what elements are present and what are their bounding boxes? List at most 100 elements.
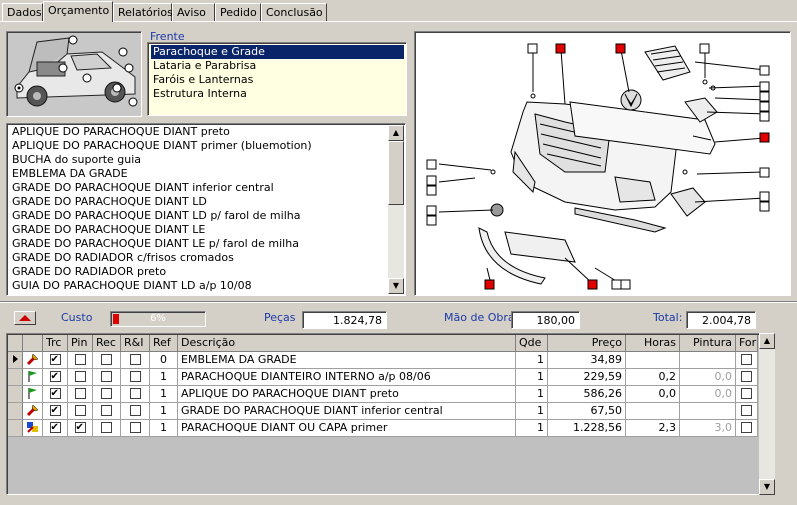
row-indicator[interactable] bbox=[8, 403, 23, 420]
horas-cell[interactable] bbox=[626, 352, 680, 369]
car-zone-picture[interactable] bbox=[6, 31, 142, 117]
ri-checkbox-cell[interactable] bbox=[121, 369, 150, 386]
checkbox[interactable] bbox=[129, 404, 141, 416]
ref-cell[interactable]: 1 bbox=[150, 403, 178, 420]
list-item[interactable]: APLIQUE DO PARACHOQUE DIANT primer (blue… bbox=[12, 139, 312, 153]
list-item[interactable]: GRADE DO PARACHOQUE DIANT LE bbox=[12, 223, 205, 237]
checkbox[interactable] bbox=[101, 370, 112, 382]
scroll-up-icon[interactable]: ▲ bbox=[388, 125, 404, 141]
checkbox[interactable] bbox=[49, 403, 61, 419]
list-item[interactable]: Lataria e Parabrisa bbox=[151, 59, 258, 73]
horas-cell[interactable]: 0,0 bbox=[626, 386, 680, 403]
rec-checkbox-cell[interactable] bbox=[93, 420, 121, 437]
pin-checkbox-cell[interactable] bbox=[68, 403, 93, 420]
checkbox[interactable] bbox=[101, 353, 112, 365]
for-checkbox-cell[interactable] bbox=[736, 403, 758, 420]
checkbox[interactable] bbox=[74, 387, 86, 399]
rec-checkbox-cell[interactable] bbox=[93, 403, 121, 420]
row-indicator[interactable] bbox=[8, 369, 23, 386]
pin-checkbox-cell[interactable] bbox=[68, 352, 93, 369]
descricao-cell[interactable]: PARACHOQUE DIANT OU CAPA primer bbox=[178, 420, 516, 437]
list-item[interactable]: Faróis e Lanternas bbox=[151, 73, 255, 87]
ref-cell[interactable]: 0 bbox=[150, 352, 178, 369]
row-indicator[interactable] bbox=[8, 386, 23, 403]
qde-cell[interactable]: 1 bbox=[516, 386, 548, 403]
descricao-cell[interactable]: APLIQUE DO PARACHOQUE DIANT preto bbox=[178, 386, 516, 403]
pintura-cell[interactable]: 3,0 bbox=[680, 420, 736, 437]
list-item[interactable]: Parachoque e Grade bbox=[150, 44, 405, 60]
grid-header-rec[interactable]: Rec bbox=[93, 335, 121, 352]
horas-cell[interactable]: 2,3 bbox=[626, 420, 680, 437]
scroll-thumb[interactable] bbox=[388, 141, 404, 205]
list-item[interactable]: Estrutura Interna bbox=[151, 87, 249, 101]
preco-cell[interactable]: 229,59 bbox=[548, 369, 626, 386]
grid-scrollbar[interactable]: ▲ ▼ bbox=[759, 333, 775, 495]
descricao-cell[interactable]: GRADE DO PARACHOQUE DIANT inferior centr… bbox=[178, 403, 516, 420]
for-checkbox-cell[interactable] bbox=[736, 420, 758, 437]
checkbox[interactable] bbox=[101, 387, 112, 399]
checkbox[interactable] bbox=[129, 387, 141, 399]
row-indicator[interactable] bbox=[8, 352, 23, 369]
list-item[interactable]: APLIQUE DO PARACHOQUE DIANT preto bbox=[12, 125, 230, 139]
parts-list[interactable]: APLIQUE DO PARACHOQUE DIANT preto APLIQU… bbox=[6, 123, 406, 296]
pintura-cell[interactable] bbox=[680, 352, 736, 369]
ref-cell[interactable]: 1 bbox=[150, 386, 178, 403]
checkbox[interactable] bbox=[49, 420, 61, 436]
checkbox[interactable] bbox=[74, 353, 86, 365]
checkbox[interactable] bbox=[741, 421, 752, 433]
parts-diagram[interactable] bbox=[414, 31, 791, 296]
descricao-cell[interactable]: EMBLEMA DA GRADE bbox=[178, 352, 516, 369]
category-list[interactable]: Parachoque e Grade Lataria e Parabrisa F… bbox=[147, 42, 407, 116]
checkbox[interactable] bbox=[741, 370, 752, 382]
trc-checkbox-cell[interactable] bbox=[43, 420, 68, 437]
pintura-cell[interactable]: 0,0 bbox=[680, 386, 736, 403]
list-item[interactable]: GRADE DO PARACHOQUE DIANT LD bbox=[12, 195, 207, 209]
scroll-up-icon[interactable]: ▲ bbox=[759, 333, 775, 349]
list-item[interactable]: GRADE DO RADIADOR c/frisos cromados bbox=[12, 251, 234, 265]
checkbox[interactable] bbox=[101, 421, 112, 433]
checkbox[interactable] bbox=[74, 420, 86, 436]
grid-header-preco[interactable]: Preço bbox=[548, 335, 626, 352]
list-item[interactable]: EMBLEMA DA GRADE bbox=[12, 167, 128, 181]
pintura-cell[interactable]: 0,0 bbox=[680, 369, 736, 386]
tab-relatorios[interactable]: Relatórios bbox=[113, 3, 173, 21]
for-checkbox-cell[interactable] bbox=[736, 369, 758, 386]
scroll-down-icon[interactable]: ▼ bbox=[388, 278, 404, 294]
collapse-button[interactable] bbox=[14, 311, 36, 325]
grid-header-ri[interactable]: R&I bbox=[121, 335, 150, 352]
grid-header-pintura[interactable]: Pintura bbox=[680, 335, 736, 352]
for-checkbox-cell[interactable] bbox=[736, 352, 758, 369]
trc-checkbox-cell[interactable] bbox=[43, 369, 68, 386]
grid-header-qde[interactable]: Qde bbox=[516, 335, 548, 352]
rec-checkbox-cell[interactable] bbox=[93, 352, 121, 369]
for-checkbox-cell[interactable] bbox=[736, 386, 758, 403]
tab-orcamento[interactable]: Orçamento bbox=[43, 1, 113, 22]
preco-cell[interactable]: 586,26 bbox=[548, 386, 626, 403]
qde-cell[interactable]: 1 bbox=[516, 420, 548, 437]
list-item[interactable]: GUIA DO PARACHOQUE DIANT LD a/p 10/08 bbox=[12, 279, 252, 293]
preco-cell[interactable]: 1.228,56 bbox=[548, 420, 626, 437]
checkbox[interactable] bbox=[129, 421, 141, 433]
list-item[interactable]: BUCHA do suporte guia bbox=[12, 153, 141, 167]
tab-dados[interactable]: Dados bbox=[2, 3, 43, 21]
qde-cell[interactable]: 1 bbox=[516, 403, 548, 420]
ref-cell[interactable]: 1 bbox=[150, 369, 178, 386]
horas-cell[interactable]: 0,2 bbox=[626, 369, 680, 386]
ri-checkbox-cell[interactable] bbox=[121, 403, 150, 420]
checkbox[interactable] bbox=[49, 386, 61, 402]
tab-aviso[interactable]: Aviso bbox=[172, 3, 215, 21]
descricao-cell[interactable]: PARACHOQUE DIANTEIRO INTERNO a/p 08/06 bbox=[178, 369, 516, 386]
tab-conclusao[interactable]: Conclusão bbox=[261, 3, 327, 21]
ri-checkbox-cell[interactable] bbox=[121, 420, 150, 437]
pin-checkbox-cell[interactable] bbox=[68, 420, 93, 437]
checkbox[interactable] bbox=[74, 370, 86, 382]
preco-cell[interactable]: 34,89 bbox=[548, 352, 626, 369]
grid-header-descricao[interactable]: Descrição bbox=[178, 335, 516, 352]
qde-cell[interactable]: 1 bbox=[516, 352, 548, 369]
rec-checkbox-cell[interactable] bbox=[93, 369, 121, 386]
list-item[interactable]: GRADE DO PARACHOQUE DIANT inferior centr… bbox=[12, 181, 274, 195]
list-item[interactable]: GRADE DO PARACHOQUE DIANT LD p/ farol de… bbox=[12, 209, 300, 223]
budget-grid[interactable]: Trc Pin Rec R&I Ref Descrição Qde Preço … bbox=[6, 333, 774, 495]
ref-cell[interactable]: 1 bbox=[150, 420, 178, 437]
checkbox[interactable] bbox=[741, 387, 752, 399]
